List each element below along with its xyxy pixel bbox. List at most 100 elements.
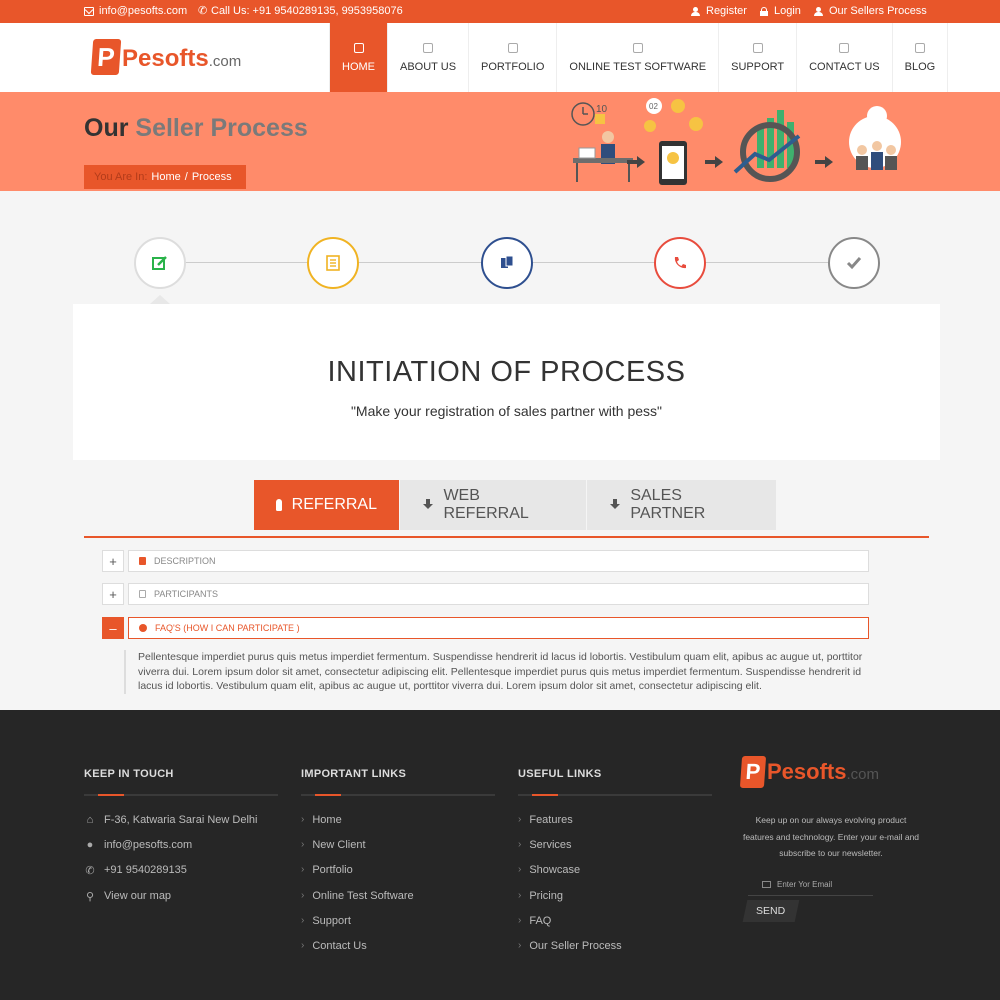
edit-icon — [152, 256, 167, 270]
chevron-right-icon: › — [301, 839, 305, 851]
login-link[interactable]: Login — [759, 5, 801, 17]
link-text: Showcase — [529, 864, 581, 877]
step-2[interactable] — [307, 237, 359, 289]
footer-logo[interactable]: P Pesofts.com — [739, 756, 879, 788]
footer-link[interactable]: › Services — [518, 839, 712, 864]
logo-mark: P — [90, 39, 122, 75]
footer-map[interactable]: ⚲ View our map — [84, 890, 278, 915]
logo-name: Pesofts — [122, 45, 209, 72]
step-1[interactable] — [134, 237, 186, 289]
footer-link[interactable]: › Our Seller Process — [518, 940, 712, 965]
newsletter-email-input[interactable]: Enter Yor Email — [748, 874, 873, 896]
chevron-right-icon: › — [518, 864, 522, 876]
image-icon — [507, 42, 518, 53]
footer-link[interactable]: › Home — [301, 814, 495, 839]
email-placeholder: Enter Yor Email — [777, 880, 833, 889]
footer-link[interactable]: › Contact Us — [301, 940, 495, 965]
idea-phone-illustration: 02 — [644, 98, 703, 185]
nav-label: BLOG — [904, 60, 936, 73]
footer-link[interactable]: › New Client — [301, 839, 495, 864]
edit-icon — [139, 590, 146, 598]
accordion-toggle[interactable]: – — [102, 617, 124, 639]
tab-web-referral[interactable]: WEB REFERRAL — [400, 480, 586, 530]
tab-label: WEB REFERRAL — [443, 487, 529, 522]
process-illustration: 10 02 — [571, 98, 901, 185]
nav-portfolio[interactable]: PORTFOLIO — [468, 23, 556, 92]
accordion-toggle[interactable]: + — [102, 550, 124, 572]
header: P Pesofts.com HOME ABOUT US PORTFOLIO ON… — [0, 23, 1000, 98]
accordion-participants[interactable]: + PARTICIPANTS — [102, 583, 869, 605]
link-text: Pricing — [529, 889, 563, 902]
step-4[interactable] — [654, 237, 706, 289]
accordion-header[interactable]: PARTICIPANTS — [128, 583, 869, 605]
footer-link[interactable]: › Features — [518, 814, 712, 839]
page-title: Our Seller Process — [84, 114, 308, 143]
top-phone: Call Us: +91 9540289135, 9953958076 — [198, 4, 403, 18]
footer-link[interactable]: › Support — [301, 915, 495, 940]
nav-home[interactable]: HOME — [329, 23, 387, 98]
chevron-right-icon: › — [301, 814, 305, 825]
accordion-header[interactable]: FAQ'S (HOW I CAN PARTICIPATE ) — [128, 617, 869, 639]
footer-heading: KEEP IN TOUCH — [84, 768, 174, 780]
lock-icon — [759, 6, 769, 16]
nav-label: SUPPORT — [731, 60, 785, 73]
nav-online-test-software[interactable]: ONLINE TEST SOFTWARE — [556, 23, 718, 92]
phone-icon: ✆ — [85, 865, 95, 878]
nav-support[interactable]: SUPPORT — [718, 23, 796, 92]
chevron-right-icon: › — [301, 939, 305, 951]
phone-icon — [198, 4, 207, 17]
logo-mark: P — [739, 756, 767, 788]
footer-email[interactable]: ● info@pesofts.com — [84, 839, 278, 864]
chevron-right-icon: › — [518, 814, 522, 825]
step-3[interactable] — [481, 237, 533, 289]
nav-about-us[interactable]: ABOUT US — [387, 23, 468, 92]
accordion-faqs[interactable]: – FAQ'S (HOW I CAN PARTICIPATE ) — [102, 617, 869, 639]
nav-contact-us[interactable]: CONTACT US — [796, 23, 892, 92]
check-icon — [846, 257, 862, 270]
top-email-text: info@pesofts.com — [99, 5, 188, 17]
top-email[interactable]: info@pesofts.com — [84, 5, 187, 17]
footer-useful-links: USEFUL LINKS › Features › Services › Showca… — [518, 768, 712, 965]
active-step-pointer — [150, 295, 170, 304]
globe-icon: ● — [86, 839, 94, 852]
sellers-process-label: Our Sellers Process — [829, 5, 927, 17]
logo-name: Pesofts — [767, 759, 847, 784]
link-text: Contact Us — [312, 939, 367, 952]
login-label: Login — [774, 5, 801, 17]
footer-link[interactable]: › Showcase — [518, 864, 712, 889]
envelope-icon — [762, 881, 771, 888]
link-text: Our Seller Process — [529, 939, 622, 952]
briefcase-icon — [423, 42, 434, 53]
list-icon — [326, 255, 340, 271]
question-icon — [139, 624, 147, 632]
footer-address: ⌂ F-36, Katwaria Sarai New Delhi — [84, 814, 278, 839]
send-button[interactable]: SEND — [742, 900, 800, 922]
accordion-toggle[interactable]: + — [102, 583, 124, 605]
logo-text: Pesofts.com — [767, 759, 879, 788]
footer-link[interactable]: › FAQ — [518, 915, 712, 940]
email-text: info@pesofts.com — [104, 839, 193, 852]
footer-link[interactable]: › Pricing — [518, 890, 712, 915]
breadcrumb-home[interactable]: Home — [151, 171, 180, 183]
accordion-description[interactable]: + DESCRIPTION — [102, 550, 869, 572]
accordion-header[interactable]: DESCRIPTION — [128, 550, 869, 572]
link-text: Online Test Software — [312, 889, 414, 902]
illus-number-1: 10 — [596, 104, 608, 115]
register-label: Register — [706, 5, 747, 17]
sellers-process-link[interactable]: Our Sellers Process — [814, 5, 927, 17]
link-text: New Client — [312, 839, 366, 852]
tab-referral[interactable]: REFERRAL — [254, 480, 399, 530]
process-card: INITIATION OF PROCESS "Make your registr… — [73, 304, 940, 460]
link-text: Home — [312, 814, 342, 826]
footer-link[interactable]: › Online Test Software — [301, 890, 495, 915]
footer-link[interactable]: › Portfolio — [301, 864, 495, 889]
tab-sales-partner[interactable]: SALES PARTNER — [587, 480, 776, 530]
logo[interactable]: P Pesofts.com — [90, 39, 241, 75]
chevron-right-icon: › — [301, 889, 305, 901]
step-5[interactable] — [828, 237, 880, 289]
register-link[interactable]: Register — [691, 5, 747, 17]
top-bar: info@pesofts.com Call Us: +91 9540289135… — [0, 0, 1000, 23]
heading-rule — [518, 794, 712, 796]
nav-blog[interactable]: BLOG — [891, 23, 949, 92]
accordion-label: DESCRIPTION — [154, 556, 216, 566]
